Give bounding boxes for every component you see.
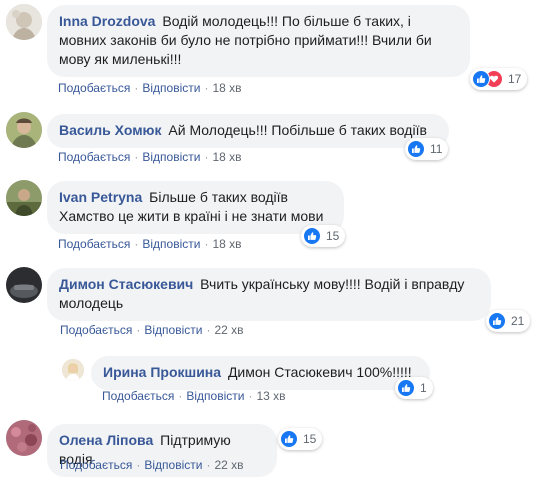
reply-button[interactable]: Відповісти <box>144 323 202 337</box>
like-icon <box>280 430 298 448</box>
reply-button[interactable]: Відповісти <box>142 150 200 164</box>
like-button[interactable]: Подобається <box>102 389 174 403</box>
comment-bubble: Ivan Petryna Більше б таких водіїв Хамст… <box>47 181 344 234</box>
avatar[interactable] <box>62 359 84 381</box>
reactions-badge[interactable]: 15 <box>278 428 323 450</box>
like-icon <box>303 227 321 245</box>
comment-bubble: Ирина Прокшина Димон Стасюкевич 100%!!!!… <box>91 356 430 390</box>
like-button[interactable]: Подобається <box>58 237 130 251</box>
reaction-count: 1 <box>420 381 427 395</box>
reaction-count: 17 <box>508 72 522 86</box>
separator: · <box>204 237 209 251</box>
comment-actions: Подобається · Відповісти · 13 хв <box>102 388 286 404</box>
separator: · <box>248 389 253 403</box>
separator: · <box>204 81 209 95</box>
reply-button[interactable]: Відповісти <box>142 237 200 251</box>
reactions-badge[interactable]: 1 <box>395 377 433 399</box>
comment-actions: Подобається · Відповісти · 22 хв <box>60 322 244 338</box>
avatar[interactable] <box>6 180 42 216</box>
comment-author[interactable]: Ivan Petryna <box>59 189 142 205</box>
separator: · <box>136 458 141 472</box>
reply-button[interactable]: Відповісти <box>186 389 244 403</box>
separator: · <box>134 81 139 95</box>
comment-author[interactable]: Inna Drozdova <box>59 13 155 29</box>
avatar[interactable] <box>6 4 42 40</box>
like-icon <box>397 379 415 397</box>
comment-time[interactable]: 18 хв <box>212 150 241 164</box>
comment-time[interactable]: 13 хв <box>256 389 285 403</box>
comment-bubble: Inna Drozdova Водій молодець!!! По більш… <box>47 5 470 77</box>
comment-time[interactable]: 22 хв <box>214 323 243 337</box>
reaction-count: 15 <box>303 432 317 446</box>
avatar[interactable] <box>6 112 42 148</box>
comment-text: Ай Молодець!!! Побільше б таких водіїв <box>168 122 427 138</box>
avatar[interactable] <box>6 420 42 456</box>
comment-actions: Подобається · Відповісти · 18 хв <box>58 149 242 165</box>
separator: · <box>178 389 183 403</box>
reactions-badge[interactable]: 21 <box>486 310 531 332</box>
reactions-badge[interactable]: 15 <box>301 225 346 247</box>
comment-text: Димон Стасюкевич 100%!!!!! <box>227 364 412 380</box>
separator: · <box>134 237 139 251</box>
reaction-count: 21 <box>511 314 525 328</box>
comment-author[interactable]: Димон Стасюкевич <box>59 276 193 292</box>
comment-time[interactable]: 18 хв <box>212 81 241 95</box>
separator: · <box>206 458 211 472</box>
like-icon <box>407 140 425 158</box>
separator: · <box>204 150 209 164</box>
comment-bubble: Димон Стасюкевич Вчить українську мову!!… <box>47 268 491 321</box>
comment-bubble: Василь Хомюк Ай Молодець!!! Побільше б т… <box>47 114 449 148</box>
avatar[interactable] <box>6 267 42 303</box>
reaction-count: 15 <box>326 229 340 243</box>
like-button[interactable]: Подобається <box>60 323 132 337</box>
comment-author[interactable]: Василь Хомюк <box>59 122 162 138</box>
reactions-badge[interactable]: 11 <box>405 138 449 160</box>
like-button[interactable]: Подобається <box>58 81 130 95</box>
like-button[interactable]: Подобається <box>58 150 130 164</box>
separator: · <box>206 323 211 337</box>
like-icon <box>472 70 490 88</box>
comment-actions: Подобається · Відповісти · 22 хв <box>60 457 244 473</box>
reaction-count: 11 <box>430 142 443 156</box>
comment-actions: Подобається · Відповісти · 18 хв <box>58 236 242 252</box>
comment-author[interactable]: Олена Ліпова <box>59 432 153 448</box>
comment-author[interactable]: Ирина Прокшина <box>103 364 221 380</box>
comment-time[interactable]: 22 хв <box>214 458 243 472</box>
comment-time[interactable]: 18 хв <box>212 237 241 251</box>
separator: · <box>134 150 139 164</box>
like-icon <box>488 312 506 330</box>
separator: · <box>136 323 141 337</box>
reply-button[interactable]: Відповісти <box>144 458 202 472</box>
reply-button[interactable]: Відповісти <box>142 81 200 95</box>
like-button[interactable]: Подобається <box>60 458 132 472</box>
reactions-badge[interactable]: 17 <box>470 68 528 90</box>
comment-actions: Подобається · Відповісти · 18 хв <box>58 80 242 96</box>
